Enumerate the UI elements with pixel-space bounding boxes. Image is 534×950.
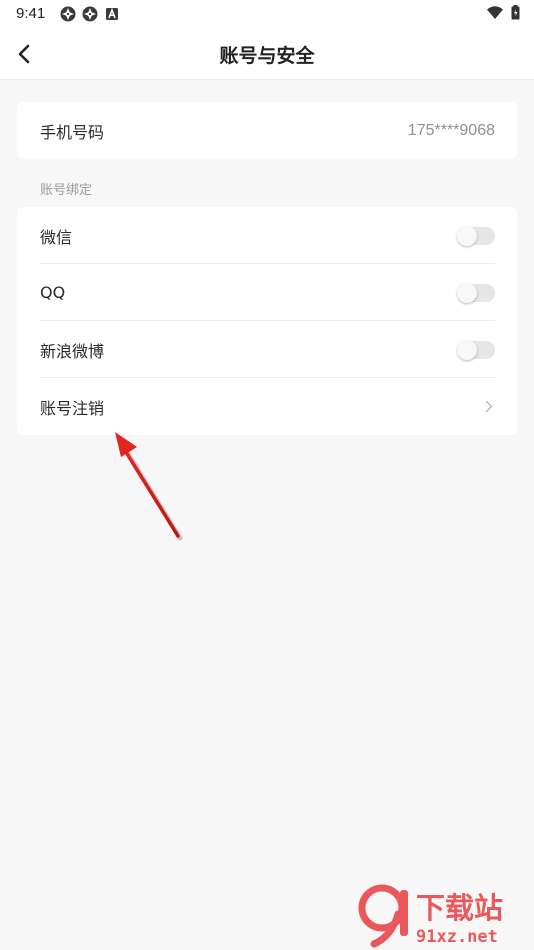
account-deletion-label: 账号注销 bbox=[40, 398, 105, 418]
wifi-icon bbox=[487, 6, 503, 19]
toggle-knob bbox=[457, 282, 477, 303]
phone-number-label: 手机号码 bbox=[40, 122, 105, 142]
bind-row-qq: QQ bbox=[17, 264, 517, 321]
toggle-knob bbox=[457, 225, 477, 246]
status-system-icons bbox=[487, 5, 520, 20]
wechat-toggle[interactable] bbox=[457, 225, 495, 246]
a-badge-icon bbox=[106, 7, 118, 20]
bind-row-wechat: 微信 bbox=[17, 207, 517, 264]
bind-label-wechat: 微信 bbox=[40, 227, 73, 247]
app-notification-icon bbox=[82, 6, 98, 22]
qq-toggle[interactable] bbox=[457, 282, 495, 303]
account-deletion-row[interactable]: 账号注销 bbox=[17, 378, 517, 435]
phone-number-value: 175****9068 bbox=[407, 121, 495, 139]
site-watermark-logo: 下载站 91xz.net bbox=[358, 884, 503, 948]
app-header: 账号与安全 bbox=[0, 28, 534, 80]
watermark-brand-text: 下载站 bbox=[416, 891, 503, 925]
bind-label-weibo: 新浪微博 bbox=[40, 341, 105, 361]
battery-icon bbox=[511, 5, 520, 20]
app-notification-icon bbox=[60, 6, 76, 22]
phone-card: 手机号码 175****9068 bbox=[17, 102, 517, 159]
bind-row-weibo: 新浪微博 bbox=[17, 321, 517, 378]
phone-number-row[interactable]: 手机号码 175****9068 bbox=[17, 102, 517, 159]
toggle-knob bbox=[457, 339, 477, 360]
bind-label-qq: QQ bbox=[40, 283, 66, 302]
page-title: 账号与安全 bbox=[219, 45, 315, 67]
section-label-account-binding: 账号绑定 bbox=[40, 183, 93, 198]
status-time: 9:41 bbox=[16, 5, 46, 22]
status-bar: 9:41 bbox=[0, 0, 534, 28]
account-binding-card: 微信 QQ 新浪微博 账号注销 bbox=[17, 207, 517, 435]
watermark-site-text: 91xz.net bbox=[416, 927, 498, 947]
weibo-toggle[interactable] bbox=[457, 339, 495, 360]
chevron-right-icon bbox=[483, 400, 495, 414]
status-notification-icons bbox=[60, 6, 120, 22]
